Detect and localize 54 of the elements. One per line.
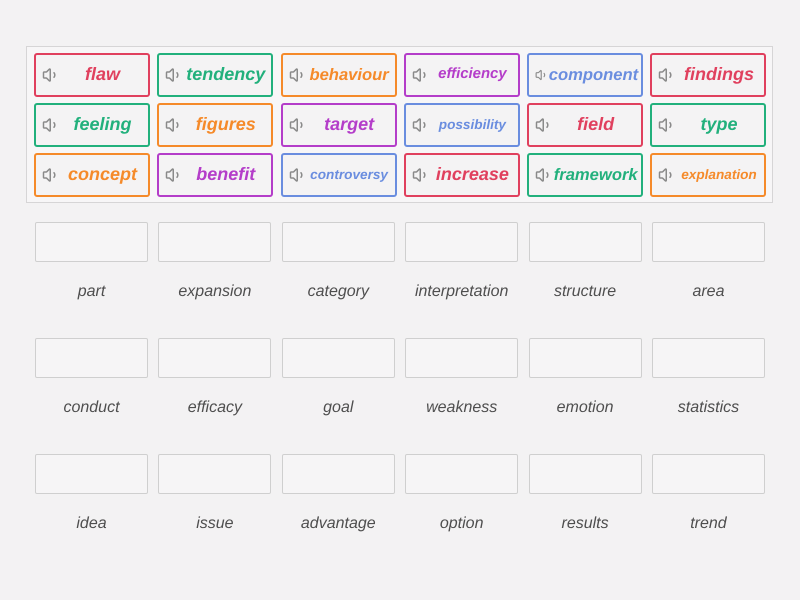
tile-word: findings xyxy=(682,64,755,86)
word-tile[interactable]: concept xyxy=(34,153,150,197)
definition-label: trend xyxy=(690,514,727,534)
definition-label: part xyxy=(78,282,106,302)
word-tile[interactable]: increase xyxy=(404,153,520,197)
word-tile[interactable]: tendency xyxy=(157,53,274,97)
tile-word: concept xyxy=(66,164,138,186)
definition-label: conduct xyxy=(63,398,120,418)
tile-word: framework xyxy=(553,165,638,185)
tile-word: flaw xyxy=(84,64,122,86)
word-tile[interactable]: framework xyxy=(527,153,644,197)
word-tile[interactable]: benefit xyxy=(157,153,274,197)
tile-word: controversy xyxy=(309,166,390,184)
word-tile[interactable]: efficiency xyxy=(404,53,520,97)
word-tile[interactable]: controversy xyxy=(280,153,397,197)
tile-word: component xyxy=(548,65,638,85)
tile-word: increase xyxy=(434,164,510,186)
word-tile[interactable]: findings xyxy=(650,53,766,97)
tile-word: possibility xyxy=(438,116,508,134)
word-tile[interactable]: possibility xyxy=(404,103,520,147)
word-tile[interactable]: figures xyxy=(157,103,274,147)
tile-word: figures xyxy=(194,114,257,136)
tile-word: behaviour xyxy=(308,65,390,85)
definition-label: advantage xyxy=(300,514,376,534)
definition-label: interpretation xyxy=(414,282,508,302)
tile-word: field xyxy=(576,114,616,136)
word-tile[interactable]: feeling xyxy=(34,103,150,147)
definition-label: results xyxy=(562,514,609,534)
definition-label: efficacy xyxy=(188,398,242,418)
tile-word: tendency xyxy=(185,64,267,86)
definition-label: goal xyxy=(323,398,354,418)
tile-word: benefit xyxy=(195,164,257,186)
word-tile[interactable]: type xyxy=(650,103,766,147)
definition-label: emotion xyxy=(556,398,614,418)
tile-word: efficiency xyxy=(437,66,508,84)
word-tile[interactable]: target xyxy=(280,103,397,147)
definition-label: idea xyxy=(76,514,107,534)
definition-label: weakness xyxy=(426,398,498,418)
word-tile[interactable]: behaviour xyxy=(280,53,397,97)
word-tile[interactable]: field xyxy=(527,103,644,147)
definition-label: category xyxy=(308,282,369,302)
definition-label: issue xyxy=(196,514,234,534)
tile-word: feeling xyxy=(72,114,132,136)
definition-label: option xyxy=(440,514,484,534)
word-tile[interactable]: component xyxy=(527,53,644,97)
definition-label: expansion xyxy=(178,282,252,302)
word-tile[interactable]: explanation xyxy=(650,153,766,197)
tile-word: type xyxy=(699,114,738,136)
definition-label: structure xyxy=(554,282,616,302)
definition-label: statistics xyxy=(678,398,740,418)
tile-word: explanation xyxy=(680,166,758,184)
definition-label: area xyxy=(692,282,724,302)
tile-word: target xyxy=(323,114,376,136)
word-tile[interactable]: flaw xyxy=(34,53,150,97)
